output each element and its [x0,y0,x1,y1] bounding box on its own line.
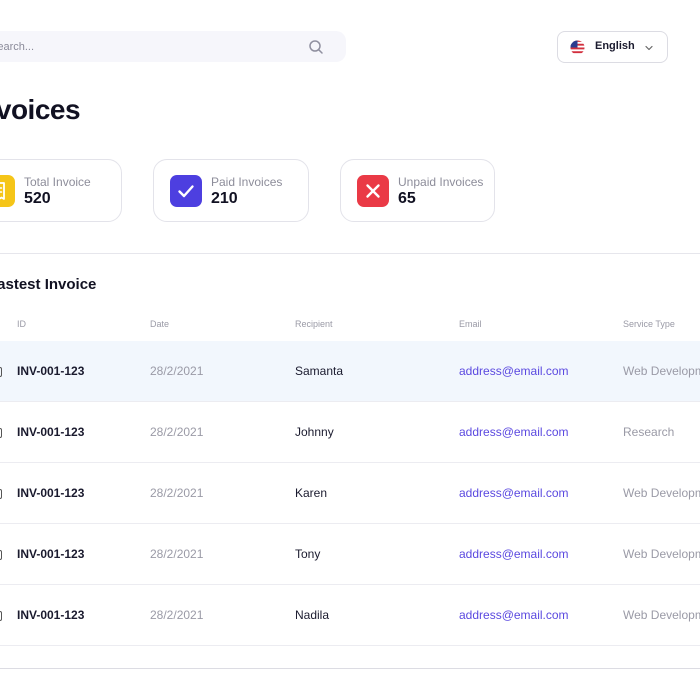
row-checkbox[interactable] [0,550,2,560]
invoice-email-link[interactable]: address@email.com [459,486,569,500]
x-icon [357,175,389,207]
invoice-service-type: Research [623,425,675,439]
language-label: English [595,40,635,52]
invoice-id: INV-001-123 [17,547,85,561]
invoice-service-type: Web Development [623,364,700,378]
invoice-service-type: Web Development [623,486,700,500]
table-row[interactable]: INV-001-123 28/2/2021 Johnny address@ema… [0,402,700,463]
column-header-recipient[interactable]: Recipient [295,319,333,329]
table-bottom-border [0,668,700,669]
column-header-id[interactable]: ID [17,319,26,329]
invoice-id: INV-001-123 [17,364,85,378]
us-flag-icon [570,40,585,55]
invoice-id: INV-001-123 [17,608,85,622]
stat-value: 65 [398,190,416,207]
stat-value: 210 [211,190,238,207]
invoice-date: 28/2/2021 [150,425,204,439]
invoice-date: 28/2/2021 [150,364,204,378]
invoice-id: INV-001-123 [17,486,85,500]
stat-value: 520 [24,190,51,207]
row-checkbox[interactable] [0,489,2,499]
invoice-email-link[interactable]: address@email.com [459,608,569,622]
language-select[interactable]: English [557,31,668,63]
page-title: Invoices [0,94,81,125]
chevron-down-icon [645,45,653,51]
invoice-email-link[interactable]: address@email.com [459,364,569,378]
invoice-recipient: Nadila [295,608,330,622]
invoice-id: INV-001-123 [17,425,85,439]
invoice-date: 28/2/2021 [150,547,204,561]
column-header-date[interactable]: Date [150,319,169,329]
table-row[interactable]: INV-001-123 28/2/2021 Karen address@emai… [0,463,700,524]
invoice-service-type: Web Development [623,608,700,622]
row-checkbox[interactable] [0,611,2,621]
invoice-recipient: Tony [295,547,321,561]
invoice-date: 28/2/2021 [150,486,204,500]
invoice-recipient: Karen [295,486,328,500]
invoice-date: 28/2/2021 [150,608,204,622]
table-row[interactable]: INV-001-123 28/2/2021 Samanta address@em… [0,341,700,402]
search-icon[interactable] [308,39,324,55]
stat-card-total[interactable]: Total Invoice 520 [0,159,122,222]
receipt-icon [0,175,15,207]
row-checkbox[interactable] [0,367,2,377]
column-header-service-type[interactable]: Service Type [623,319,675,329]
invoices-page: English Invoices Total Invoice 520 Paid … [0,0,700,700]
check-icon [170,175,202,207]
section-divider [0,253,700,254]
stat-label: Total Invoice [24,175,91,189]
section-title: Lastest Invoice [0,276,97,293]
row-checkbox[interactable] [0,428,2,438]
invoice-recipient: Johnny [295,425,334,439]
stat-card-unpaid[interactable]: Unpaid Invoices 65 [340,159,495,222]
table-row[interactable]: INV-001-123 28/2/2021 Tony address@email… [0,524,700,585]
column-header-email[interactable]: Email [459,319,482,329]
invoice-service-type: Web Development [623,547,700,561]
table-row[interactable]: INV-001-123 28/2/2021 Nadila address@ema… [0,585,700,646]
stat-label: Paid Invoices [211,175,283,189]
stat-card-paid[interactable]: Paid Invoices 210 [153,159,309,222]
invoice-email-link[interactable]: address@email.com [459,547,569,561]
search-bar [0,31,346,62]
invoice-recipient: Samanta [295,364,344,378]
invoice-email-link[interactable]: address@email.com [459,425,569,439]
stat-label: Unpaid Invoices [398,175,484,189]
search-input[interactable] [0,31,300,62]
